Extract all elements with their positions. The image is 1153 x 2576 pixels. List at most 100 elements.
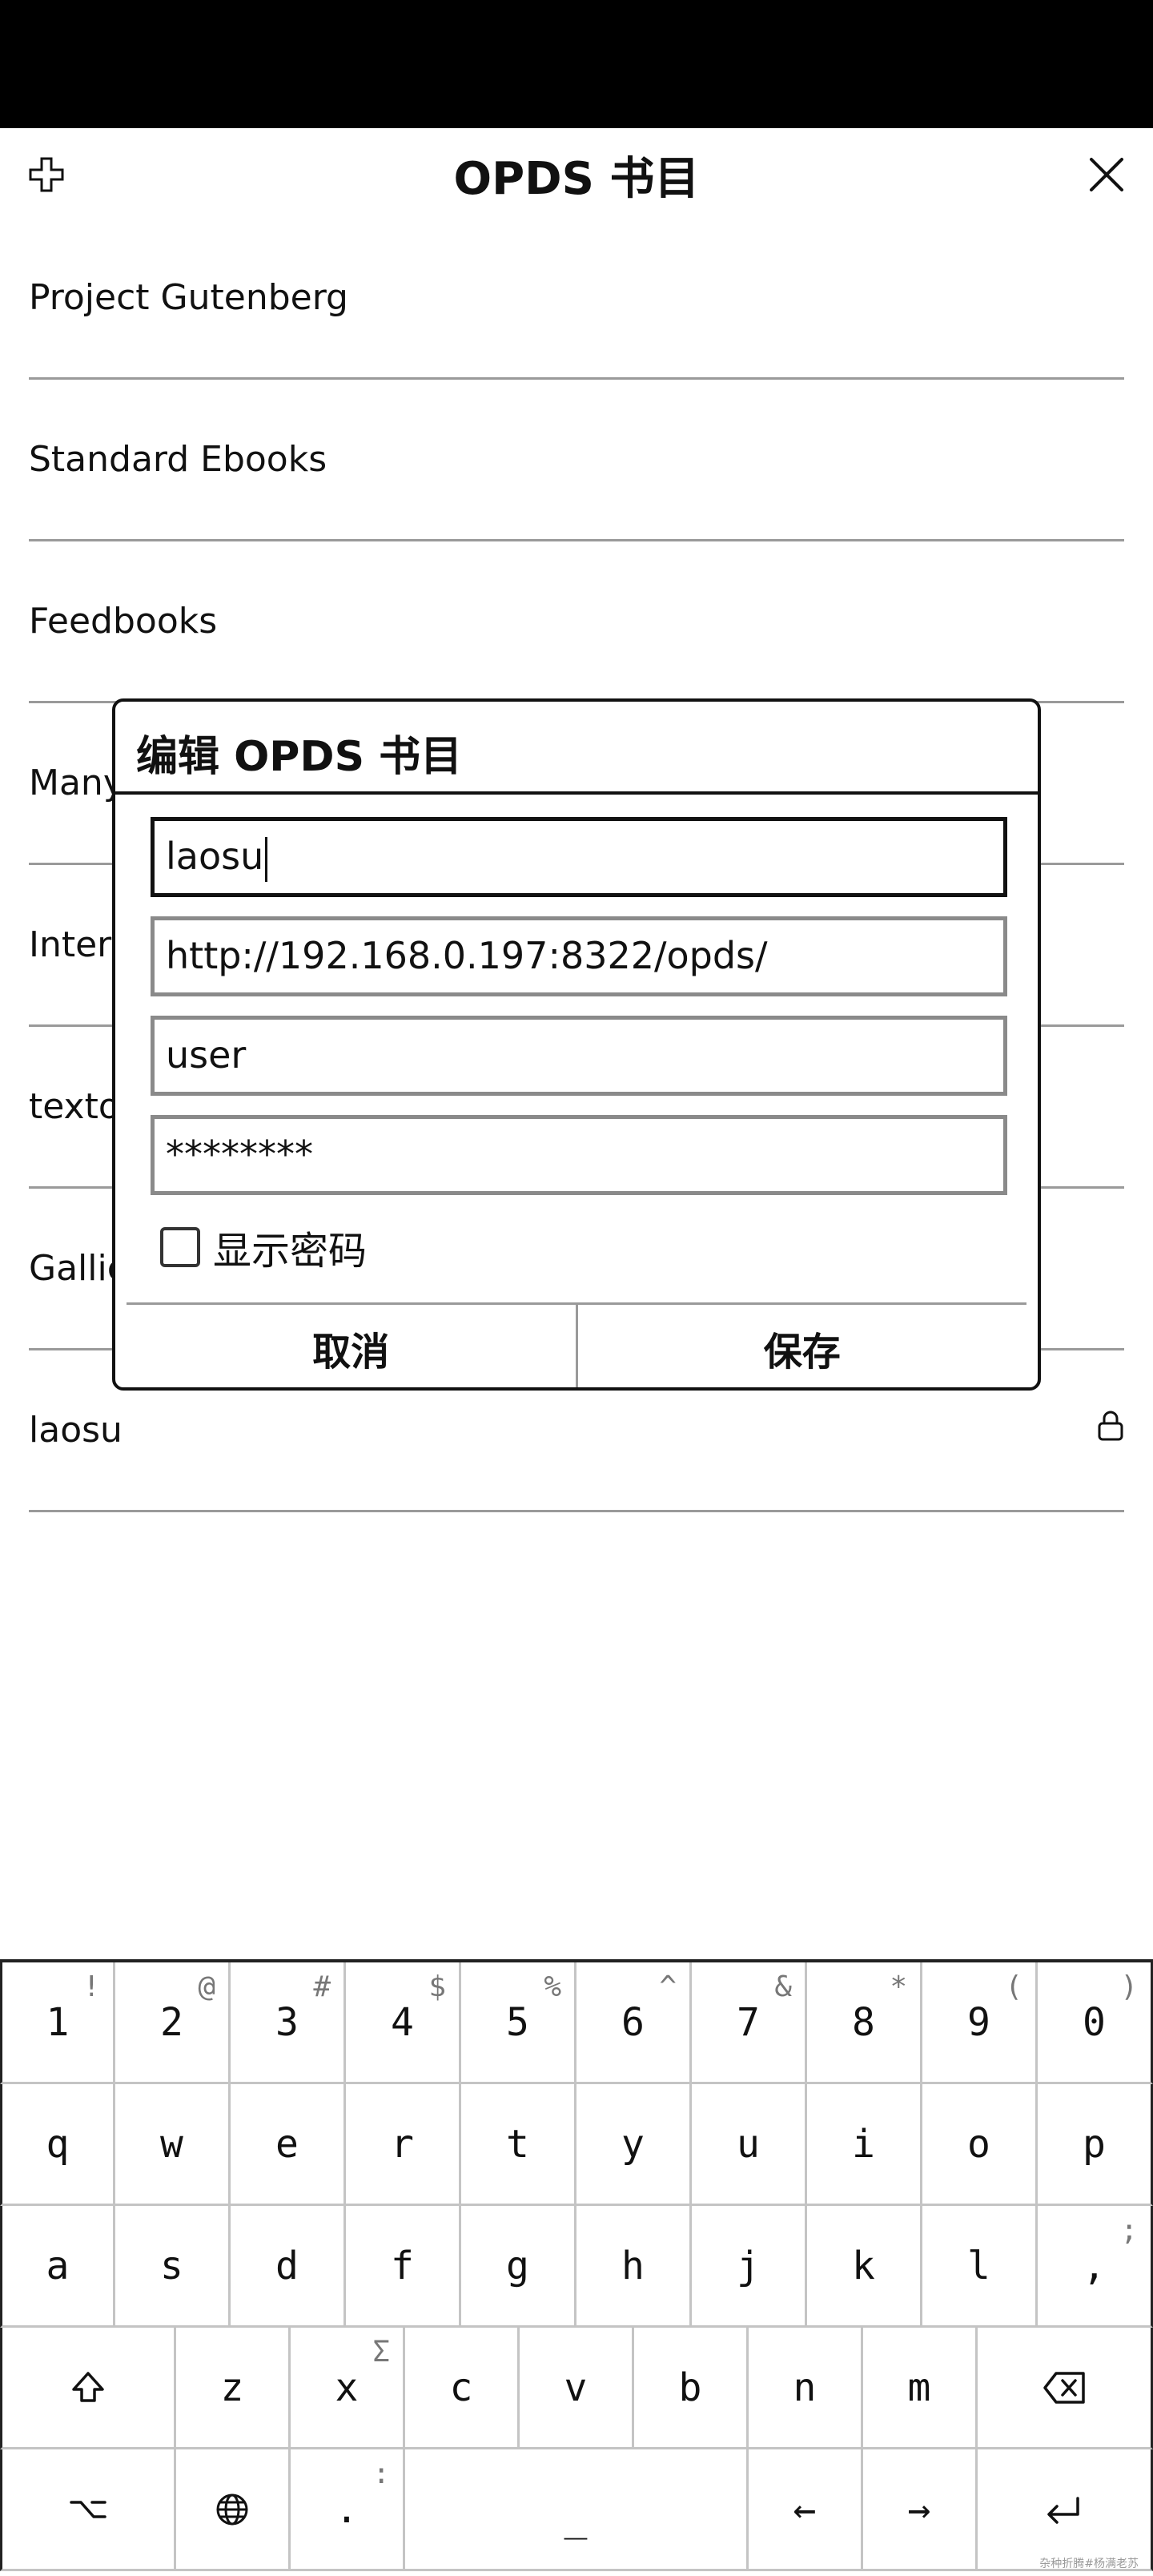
key-label: l bbox=[967, 2243, 990, 2288]
key-label: 7 bbox=[737, 1999, 760, 2045]
key-8[interactable]: 8 * bbox=[807, 1962, 922, 2084]
keyboard-row-top-letters: q w e r t y u i o p bbox=[0, 2084, 1153, 2206]
key-label: 8 bbox=[852, 1999, 875, 2045]
key-label: 6 bbox=[621, 1999, 645, 2045]
key-f[interactable]: f bbox=[346, 2206, 461, 2328]
key-k[interactable]: k bbox=[807, 2206, 922, 2328]
catalog-label: Inter bbox=[29, 924, 112, 965]
left-arrow-key[interactable]: ← bbox=[749, 2449, 863, 2571]
key-label: g bbox=[506, 2243, 529, 2288]
key-i[interactable]: i bbox=[807, 2084, 922, 2206]
key-period[interactable]: .: bbox=[291, 2449, 405, 2571]
key-y[interactable]: y bbox=[576, 2084, 692, 2206]
catalog-label: Feedbooks bbox=[29, 601, 218, 642]
space-key[interactable]: _ bbox=[405, 2449, 749, 2571]
enter-icon bbox=[1047, 2496, 1079, 2524]
globe-icon bbox=[216, 2493, 248, 2525]
catalog-label: laosu bbox=[29, 1410, 123, 1451]
key-x[interactable]: xΣ bbox=[291, 2328, 405, 2449]
catalog-item[interactable]: Feedbooks bbox=[29, 541, 1124, 703]
key-a[interactable]: a bbox=[0, 2206, 115, 2328]
key-alt-label: $ bbox=[428, 1970, 446, 2003]
key-w[interactable]: w bbox=[115, 2084, 231, 2206]
key-alt-label: * bbox=[890, 1970, 907, 2003]
page-title: OPDS 书目 bbox=[453, 153, 700, 205]
keyboard-row-numbers: 1! 2 @ 3 # 4 $ 5% 6 ^ 7 & 8 * 9( 0) bbox=[0, 1962, 1153, 2084]
key-label: j bbox=[737, 2243, 760, 2288]
key-label: z bbox=[220, 2365, 244, 2410]
key-n[interactable]: n bbox=[749, 2328, 863, 2449]
key-g[interactable]: g bbox=[461, 2206, 576, 2328]
key-label: 0 bbox=[1083, 1999, 1106, 2045]
key-label: 2 bbox=[160, 1999, 183, 2045]
key-4[interactable]: 4 $ bbox=[346, 1962, 461, 2084]
dialog-title: 编辑 OPDS 书目 bbox=[115, 702, 1038, 795]
show-password-checkbox[interactable] bbox=[160, 1227, 200, 1267]
key-7[interactable]: 7 & bbox=[692, 1962, 807, 2084]
catalog-label: Many bbox=[29, 763, 124, 803]
cancel-button[interactable]: 取消 bbox=[127, 1305, 576, 1387]
key-u[interactable]: u bbox=[692, 2084, 807, 2206]
key-3[interactable]: 3 # bbox=[231, 1962, 346, 2084]
close-icon bbox=[1090, 158, 1123, 191]
keyboard-row-bottom-letters: z xΣ c v b n m bbox=[0, 2328, 1153, 2449]
key-q[interactable]: q bbox=[0, 2084, 115, 2206]
enter-key[interactable] bbox=[978, 2449, 1153, 2571]
backspace-icon bbox=[1043, 2371, 1085, 2404]
key-r[interactable]: r bbox=[346, 2084, 461, 2206]
catalog-url-input[interactable]: http://192.168.0.197:8322/opds/ bbox=[151, 916, 1007, 996]
key-m[interactable]: m bbox=[863, 2328, 978, 2449]
key-label: f bbox=[391, 2243, 414, 2288]
key-label: n bbox=[793, 2365, 817, 2410]
key-label: 9 bbox=[967, 1999, 990, 2045]
password-input[interactable]: ******** bbox=[151, 1115, 1007, 1195]
key-label: 5 bbox=[506, 1999, 529, 2045]
key-alt-label: ( bbox=[1005, 1970, 1022, 2003]
key-o[interactable]: o bbox=[922, 2084, 1038, 2206]
lock-icon bbox=[1097, 1410, 1124, 1445]
key-alt-label: Σ bbox=[372, 2336, 390, 2369]
close-button[interactable] bbox=[1084, 152, 1129, 197]
key-label: v bbox=[564, 2365, 588, 2410]
key-t[interactable]: t bbox=[461, 2084, 576, 2206]
option-key[interactable] bbox=[0, 2449, 176, 2571]
key-b[interactable]: b bbox=[634, 2328, 749, 2449]
shift-key[interactable] bbox=[0, 2328, 176, 2449]
key-alt-label: # bbox=[313, 1970, 331, 2003]
edit-catalog-dialog: 编辑 OPDS 书目 laosu http://192.168.0.197:83… bbox=[112, 698, 1041, 1391]
username-input[interactable]: user bbox=[151, 1016, 1007, 1096]
key-c[interactable]: c bbox=[405, 2328, 520, 2449]
save-button[interactable]: 保存 bbox=[575, 1305, 1027, 1387]
key-2[interactable]: 2 @ bbox=[115, 1962, 231, 2084]
key-alt-label: ) bbox=[1120, 1970, 1138, 2003]
key-1[interactable]: 1! bbox=[0, 1962, 115, 2084]
language-key[interactable] bbox=[176, 2449, 291, 2571]
key-0[interactable]: 0) bbox=[1038, 1962, 1153, 2084]
username-value: user bbox=[166, 1033, 247, 1077]
catalog-item[interactable]: Project Gutenberg bbox=[29, 218, 1124, 380]
key-9[interactable]: 9( bbox=[922, 1962, 1038, 2084]
key-comma[interactable]: ,; bbox=[1038, 2206, 1153, 2328]
show-password-row[interactable]: 显示密码 bbox=[160, 1219, 367, 1275]
catalog-item[interactable]: Standard Ebooks bbox=[29, 380, 1124, 541]
backspace-key[interactable] bbox=[978, 2328, 1153, 2449]
key-label: a bbox=[46, 2243, 70, 2288]
virtual-keyboard: 1! 2 @ 3 # 4 $ 5% 6 ^ 7 & 8 * 9( 0) q w e r t … bbox=[0, 1959, 1153, 2576]
key-label: x bbox=[335, 2365, 359, 2410]
keyboard-row-home: a s d f g h j k l ,; bbox=[0, 2206, 1153, 2328]
key-p[interactable]: p bbox=[1038, 2084, 1153, 2206]
catalog-name-input[interactable]: laosu bbox=[151, 817, 1007, 897]
key-d[interactable]: d bbox=[231, 2206, 346, 2328]
key-alt-label: % bbox=[544, 1970, 561, 2003]
key-5[interactable]: 5% bbox=[461, 1962, 576, 2084]
key-z[interactable]: z bbox=[176, 2328, 291, 2449]
key-l[interactable]: l bbox=[922, 2206, 1038, 2328]
key-e[interactable]: e bbox=[231, 2084, 346, 2206]
key-v[interactable]: v bbox=[520, 2328, 634, 2449]
dialog-buttons: 取消 保存 bbox=[127, 1302, 1027, 1387]
key-h[interactable]: h bbox=[576, 2206, 692, 2328]
right-arrow-key[interactable]: → bbox=[863, 2449, 978, 2571]
key-j[interactable]: j bbox=[692, 2206, 807, 2328]
key-s[interactable]: s bbox=[115, 2206, 231, 2328]
key-6[interactable]: 6 ^ bbox=[576, 1962, 692, 2084]
